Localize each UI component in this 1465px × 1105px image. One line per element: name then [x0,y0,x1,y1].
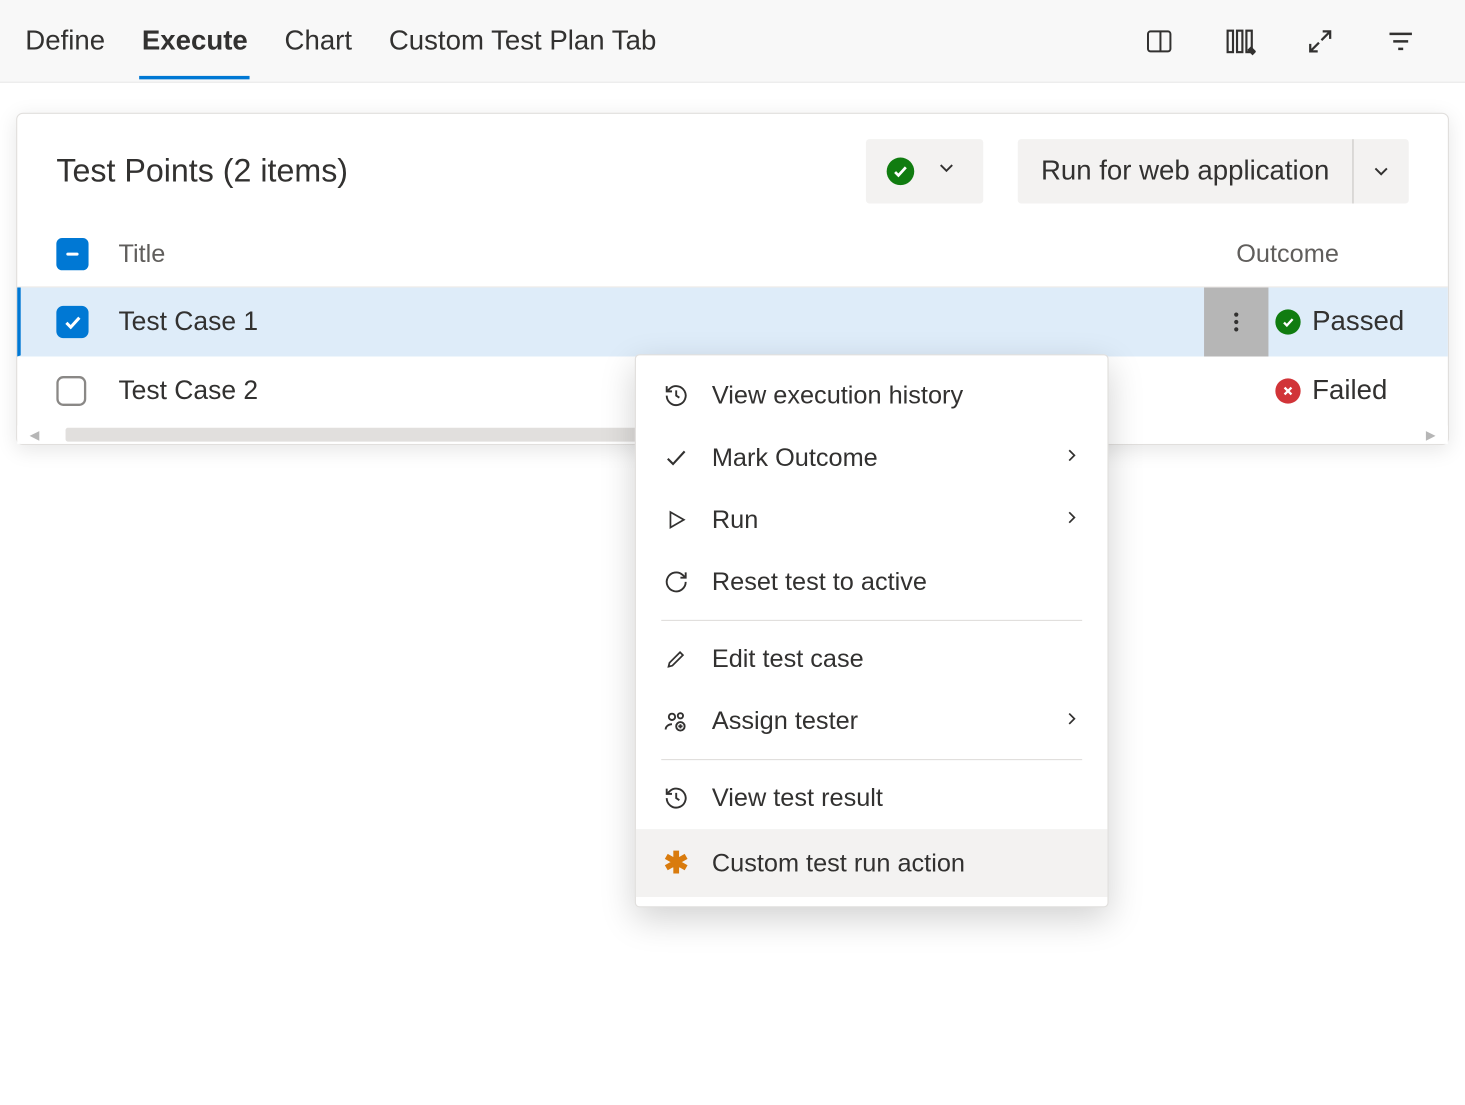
menu-label: Custom test run action [712,848,965,878]
menu-label: Reset test to active [712,567,927,597]
tab-define[interactable]: Define [23,4,107,78]
select-all-checkbox[interactable] [56,238,118,270]
passed-status-icon [1275,309,1300,334]
row-context-menu: View execution history Mark Outcome Run … [635,354,1109,907]
menu-label: Edit test case [712,644,864,674]
chevron-right-icon [1061,505,1082,535]
panel-title: Test Points (2 items) [56,153,348,190]
scroll-right-icon: ► [1423,426,1439,444]
filter-icon[interactable] [1382,22,1419,59]
fullscreen-icon[interactable] [1302,22,1339,59]
edit-icon [661,647,691,670]
scroll-left-icon: ◄ [26,426,42,444]
tabs: Define Execute Chart Custom Test Plan Ta… [23,4,659,78]
play-icon [661,508,691,531]
checkbox-checked-icon [56,305,88,337]
row-more-actions-button[interactable] [1204,287,1268,356]
history-icon [661,383,691,408]
checkbox-indeterminate-icon [56,238,88,270]
outcome-label: Passed [1312,305,1404,337]
panel-header: Test Points (2 items) Run for web applic… [17,114,1448,217]
chevron-right-icon [1061,706,1082,736]
menu-separator [661,759,1082,760]
column-header-outcome[interactable]: Outcome [1236,239,1409,269]
tab-execute[interactable]: Execute [140,4,250,78]
passed-status-icon [887,158,915,186]
menu-label: Assign tester [712,706,858,736]
row-title: Test Case 1 [118,306,1204,337]
row-outcome: Passed [1275,305,1448,337]
column-header-title[interactable]: Title [118,239,1236,269]
menu-label: Run [712,505,758,535]
chevron-right-icon [1061,443,1082,473]
checkbox-unchecked-icon [56,375,86,405]
tab-custom[interactable]: Custom Test Plan Tab [387,4,659,78]
menu-label: View execution history [712,381,963,411]
row-outcome: Failed [1275,374,1448,406]
chevron-down-icon [935,155,958,187]
menu-run[interactable]: Run [636,489,1107,551]
menu-view-test-result[interactable]: View test result [636,767,1107,829]
tab-bar: Define Execute Chart Custom Test Plan Ta… [0,0,1465,83]
menu-mark-outcome[interactable]: Mark Outcome [636,427,1107,489]
mark-outcome-dropdown[interactable] [866,139,983,203]
menu-view-execution-history[interactable]: View execution history [636,365,1107,427]
tab-chart[interactable]: Chart [282,4,354,78]
row-checkbox[interactable] [56,305,118,337]
menu-label: View test result [712,783,883,813]
table-row[interactable]: Test Case 1 Passed [17,288,1448,357]
menu-label: Mark Outcome [712,443,878,473]
table-header: Title Outcome [17,217,1448,287]
menu-separator [661,620,1082,621]
failed-status-icon [1275,378,1300,403]
toggle-pane-icon[interactable] [1141,22,1178,59]
menu-edit-test-case[interactable]: Edit test case [636,628,1107,690]
column-options-icon[interactable] [1221,22,1258,59]
menu-reset-to-active[interactable]: Reset test to active [636,551,1107,613]
menu-assign-tester[interactable]: Assign tester [636,690,1107,752]
menu-custom-test-run-action[interactable]: ✱ Custom test run action [636,829,1107,897]
run-split-button[interactable]: Run for web application [1018,139,1409,203]
run-button-label: Run for web application [1018,155,1352,187]
history-icon [661,785,691,810]
toolbar-actions [1141,22,1442,59]
assign-people-icon [661,708,691,733]
extension-action-icon: ✱ [661,845,691,881]
outcome-label: Failed [1312,374,1387,406]
row-checkbox[interactable] [56,375,118,405]
check-icon [661,445,691,470]
chevron-down-icon[interactable] [1354,139,1409,203]
refresh-icon [661,569,691,594]
